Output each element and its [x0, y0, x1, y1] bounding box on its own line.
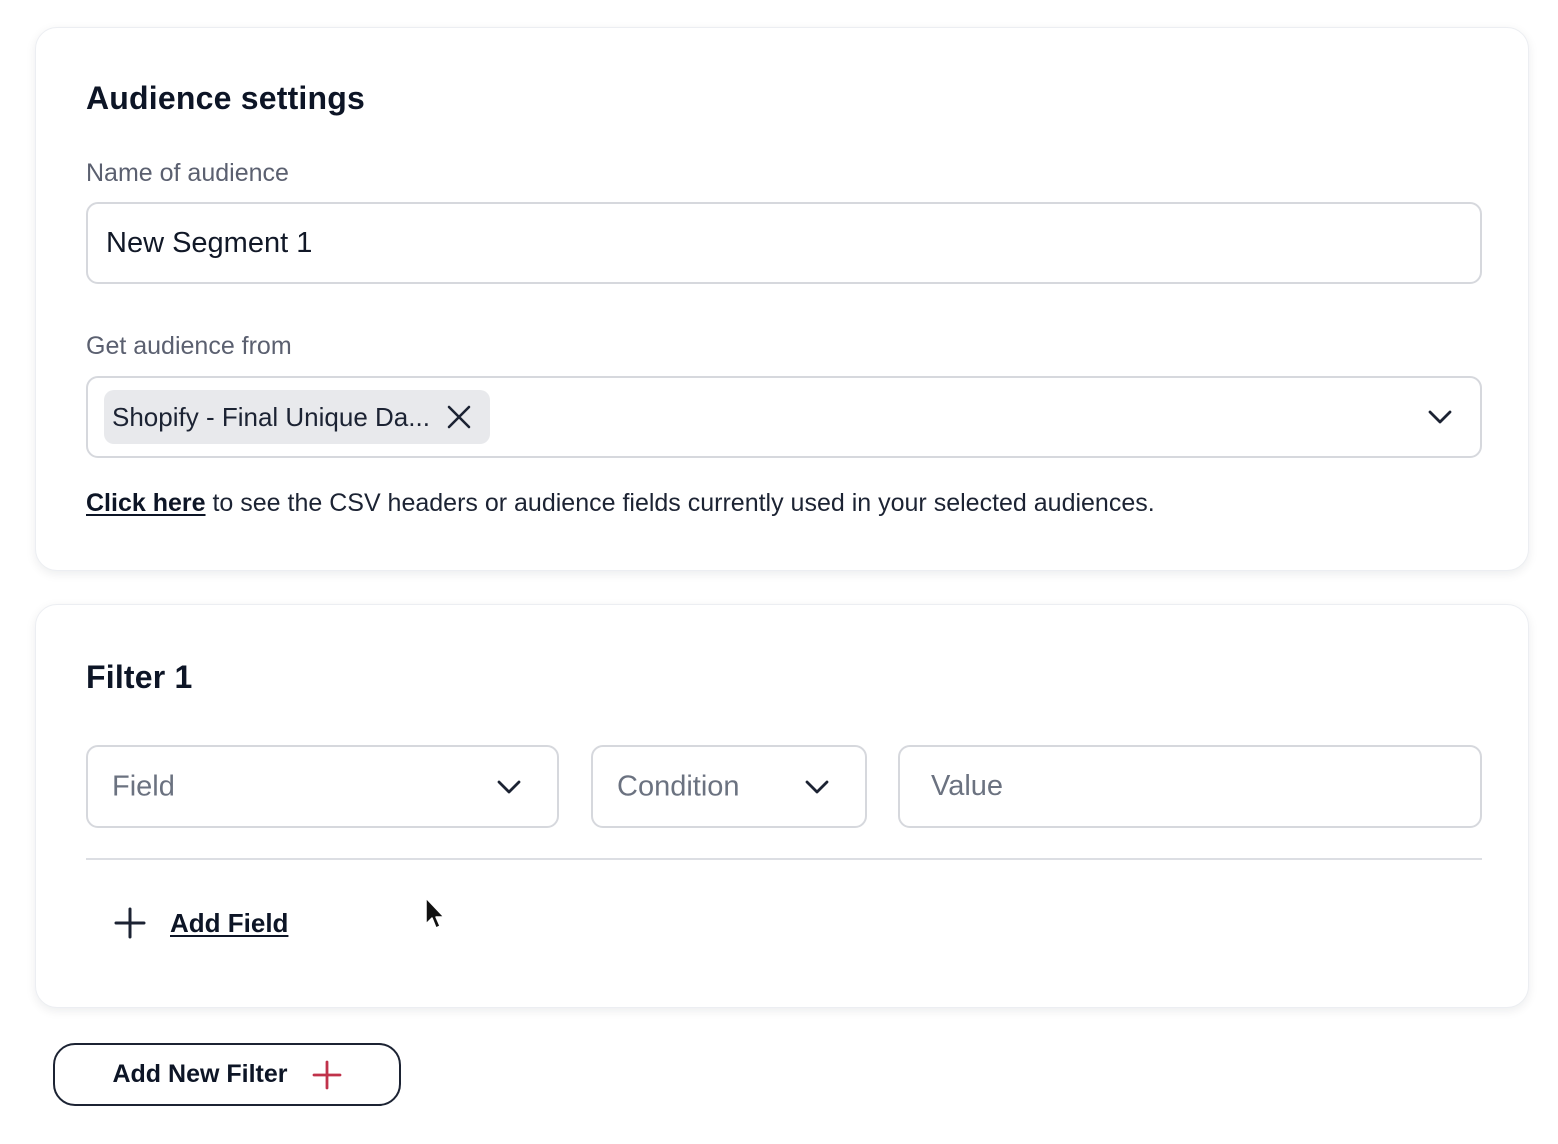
chevron-down-icon	[495, 773, 523, 801]
audience-settings-title: Audience settings	[86, 80, 366, 116]
filter-card: Filter 1 Field Condition Add Field	[35, 604, 1529, 1008]
audience-source-chip: Shopify - Final Unique Da...	[104, 390, 490, 444]
add-field-button[interactable]: Add Field	[114, 907, 288, 939]
chevron-down-icon[interactable]	[1426, 403, 1454, 431]
add-new-filter-label: Add New Filter	[112, 1060, 288, 1088]
filter-condition-select[interactable]: Condition	[591, 745, 867, 828]
add-new-filter-button[interactable]: Add New Filter	[53, 1043, 401, 1106]
audience-source-label: Get audience from	[86, 332, 292, 360]
add-field-label: Add Field	[170, 907, 289, 938]
help-text-body: to see the CSV headers or audience field…	[205, 489, 1155, 517]
plus-icon	[114, 907, 146, 939]
close-icon[interactable]	[444, 402, 474, 432]
audience-name-label: Name of audience	[86, 159, 289, 187]
filter-field-placeholder: Field	[112, 770, 175, 802]
filter-condition-placeholder: Condition	[617, 770, 740, 802]
audience-source-chip-label: Shopify - Final Unique Da...	[112, 401, 430, 432]
plus-icon	[312, 1060, 342, 1090]
filter-divider	[86, 858, 1482, 860]
audience-settings-card: Audience settings Name of audience Get a…	[35, 27, 1529, 571]
click-here-link[interactable]: Click here	[86, 489, 206, 517]
csv-headers-help-text: Click here to see the CSV headers or aud…	[86, 489, 1155, 518]
filter-value-input[interactable]	[898, 745, 1482, 828]
filter-title: Filter 1	[86, 659, 193, 695]
audience-source-select[interactable]: Shopify - Final Unique Da...	[86, 376, 1482, 458]
audience-name-input[interactable]	[86, 202, 1482, 284]
filter-field-select[interactable]: Field	[86, 745, 559, 828]
chevron-down-icon	[803, 773, 831, 801]
